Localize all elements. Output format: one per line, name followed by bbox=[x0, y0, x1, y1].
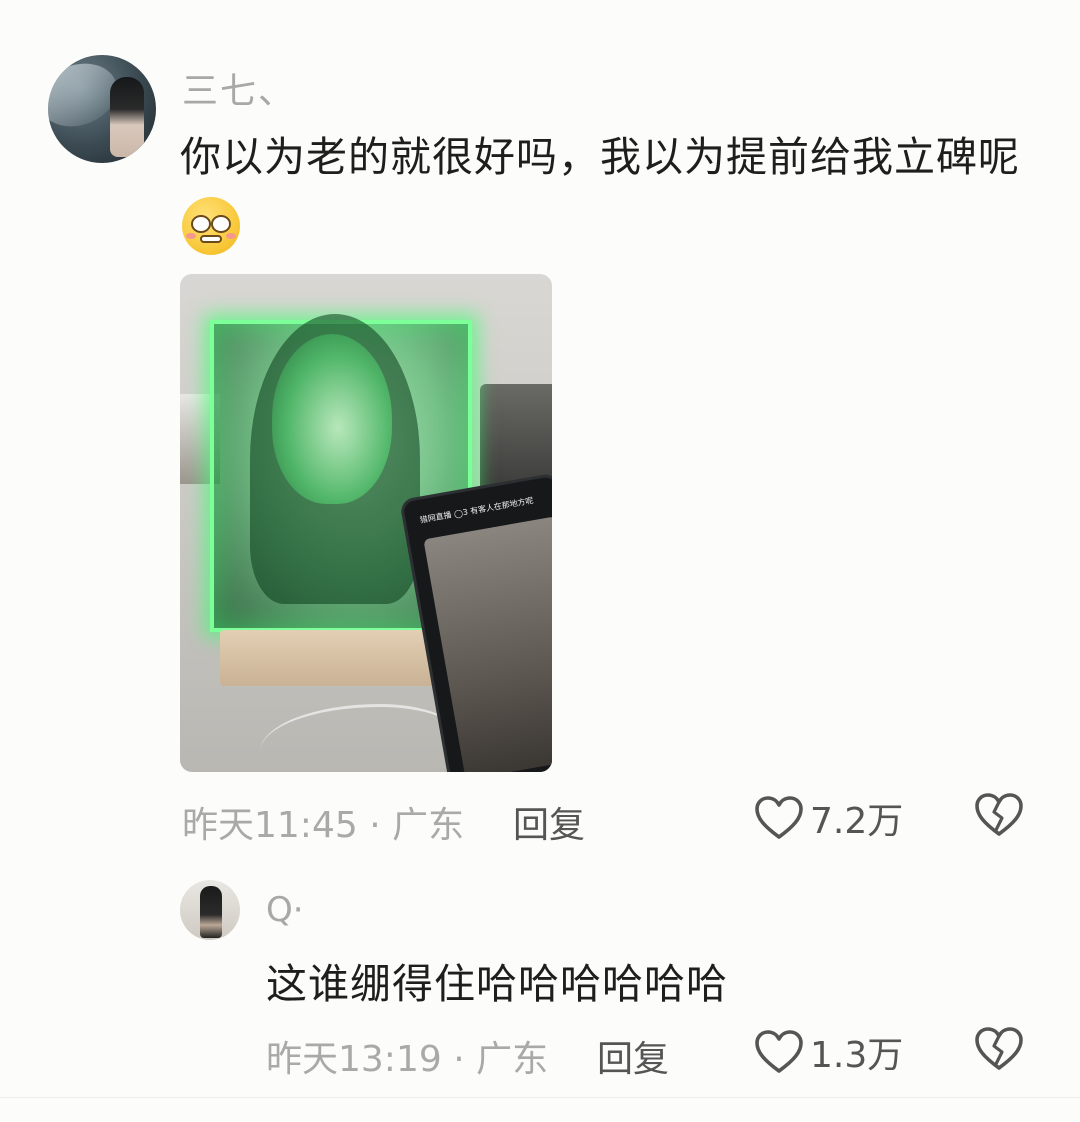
broken-heart-icon[interactable] bbox=[974, 792, 1024, 838]
like-count: 7.2万 bbox=[810, 801, 904, 842]
reply-text: 这谁绷得住哈哈哈哈哈哈 bbox=[266, 960, 728, 1008]
comment-text-content: 你以为老的就很好吗，我以为提前给我立碑呢 bbox=[180, 133, 1020, 181]
portrait-face bbox=[272, 334, 392, 504]
comment-text: 你以为老的就很好吗，我以为提前给我立碑呢 bbox=[180, 122, 1030, 262]
cable bbox=[260, 704, 460, 772]
reply-reply-button[interactable]: 回复 bbox=[597, 1030, 669, 1082]
reply-avatar-person bbox=[200, 886, 222, 938]
avatar-person bbox=[110, 77, 144, 157]
avatar[interactable] bbox=[48, 55, 156, 163]
like-button[interactable]: 7.2万 bbox=[754, 792, 903, 844]
tablet-screen bbox=[423, 516, 552, 772]
reply-time-location: 昨天13:19 · 广东 bbox=[266, 1039, 549, 1080]
heart-outline-icon bbox=[754, 795, 804, 841]
reply-avatar[interactable] bbox=[180, 880, 240, 940]
heart-outline-icon bbox=[754, 1029, 804, 1075]
reply-like-count: 1.3万 bbox=[810, 1035, 904, 1076]
reply-username[interactable]: Q· bbox=[266, 890, 304, 930]
broken-heart-icon[interactable] bbox=[974, 1026, 1024, 1072]
comment-time-location: 昨天11:45 · 广东 bbox=[182, 805, 465, 846]
pleading-face-emoji-icon bbox=[182, 197, 240, 255]
wooden-base bbox=[220, 630, 442, 686]
reply-like-button[interactable]: 1.3万 bbox=[754, 1026, 903, 1078]
divider bbox=[0, 1097, 1080, 1098]
reply-button[interactable]: 回复 bbox=[513, 796, 585, 848]
comment-thread: 三七、 你以为老的就很好吗，我以为提前给我立碑呢 猎网直播 ◯3 有客人在那地方… bbox=[0, 0, 1080, 1122]
comment-username[interactable]: 三七、 bbox=[182, 62, 296, 114]
comment-photo[interactable]: 猎网直播 ◯3 有客人在那地方呢 bbox=[180, 274, 552, 772]
